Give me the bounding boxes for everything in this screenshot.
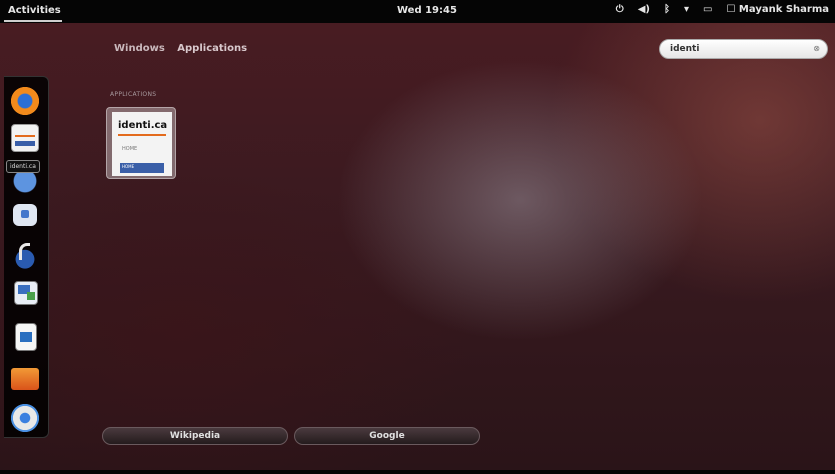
chromium-icon[interactable] xyxy=(11,404,39,432)
battery-icon[interactable]: ▭ xyxy=(703,4,712,15)
search-input[interactable]: identi ⊗ xyxy=(659,39,828,59)
tab-windows[interactable]: Windows xyxy=(114,43,165,54)
dash-tooltip: identi.ca xyxy=(6,160,40,173)
clear-icon[interactable]: ⊗ xyxy=(813,44,820,53)
app-thumbnail: identi.ca HOME HOME xyxy=(112,112,172,176)
system-tray: ⏻ ◀) ᛒ ▾ ▭ ☐ Mayank Sharma xyxy=(616,4,829,15)
clock[interactable]: Wed 19:45 xyxy=(397,5,457,16)
bluetooth-icon[interactable]: ᛒ xyxy=(664,4,670,15)
user-name: Mayank Sharma xyxy=(738,4,829,15)
files-icon[interactable] xyxy=(11,368,39,390)
dash xyxy=(4,76,49,438)
identica-icon[interactable] xyxy=(11,124,39,152)
network-icon[interactable]: ▾ xyxy=(684,4,689,15)
app-result-identica[interactable]: identi.ca HOME HOME xyxy=(106,107,176,179)
accessibility-icon[interactable]: ⏻ xyxy=(616,4,624,15)
volume-icon[interactable]: ◀) xyxy=(638,4,650,15)
app-band: HOME xyxy=(120,163,164,173)
app-divider xyxy=(118,134,166,136)
wikipedia-button[interactable]: Wikipedia xyxy=(102,427,288,445)
chat-status-icon: ☐ xyxy=(726,4,736,15)
results-section-label: APPLICATIONS xyxy=(110,91,157,98)
activities-indicator xyxy=(4,20,62,22)
google-button[interactable]: Google xyxy=(294,427,480,445)
writer-icon[interactable] xyxy=(14,281,38,305)
tab-applications[interactable]: Applications xyxy=(177,43,247,54)
app-logo: identi.ca xyxy=(118,120,168,131)
view-tabs: Windows Applications xyxy=(114,43,256,54)
app-band-label: HOME xyxy=(122,164,135,169)
user-menu[interactable]: ☐ Mayank Sharma xyxy=(726,4,829,15)
bottom-edge xyxy=(0,470,835,474)
activities-button[interactable]: Activities xyxy=(8,5,61,16)
chat-icon[interactable] xyxy=(13,204,37,226)
search-value: identi xyxy=(670,44,700,54)
firefox-icon[interactable] xyxy=(11,87,39,115)
document-icon[interactable] xyxy=(15,323,37,351)
app-home-label: HOME xyxy=(122,146,138,152)
top-panel: Activities Wed 19:45 ⏻ ◀) ᛒ ▾ ▭ ☐ Mayank… xyxy=(0,0,835,23)
banshee-icon[interactable] xyxy=(11,241,39,269)
